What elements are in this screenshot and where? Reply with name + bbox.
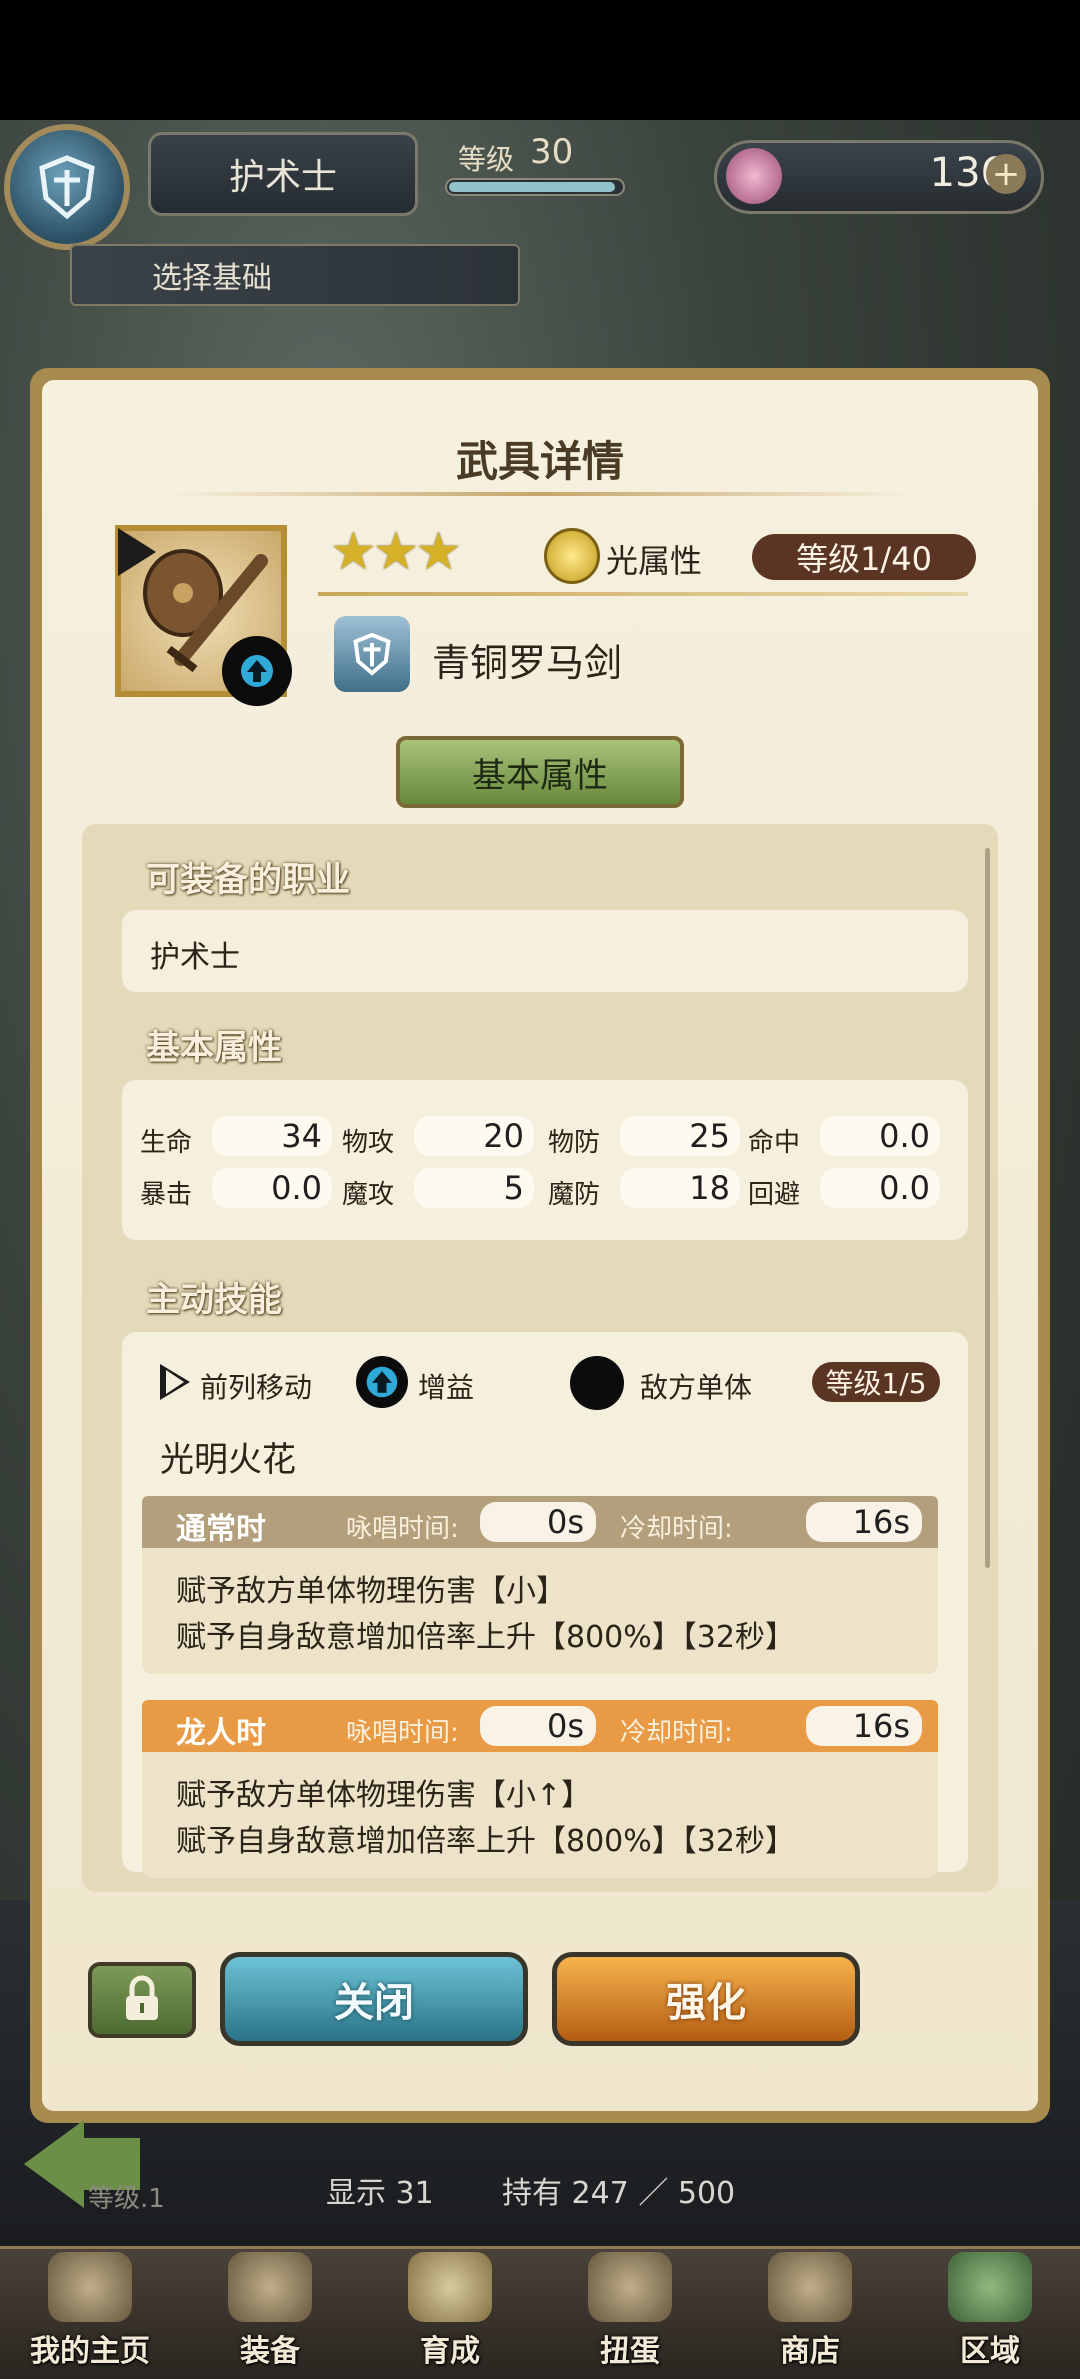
mode-title: 通常时 — [176, 1512, 266, 1547]
level-value: 30 — [530, 132, 574, 172]
stat-value: 5 — [414, 1168, 534, 1208]
skill-tag: 敌方单体 — [640, 1371, 753, 1404]
skill-effect-line: 赋予自身敌意增加倍率上升【800%】【32秒】 — [176, 1824, 795, 1859]
nav-item-gacha[interactable]: 扭蛋 — [540, 2246, 720, 2376]
jobs-heading: 可装备的职业 — [146, 860, 350, 900]
stats-box — [122, 1080, 968, 1240]
class-name: 护术士 — [148, 132, 418, 216]
cooldown-label: 冷却时间: — [620, 1514, 733, 1544]
lock-button[interactable] — [88, 1962, 196, 2038]
light-attribute-icon — [544, 528, 600, 584]
weapon-name: 青铜罗马剑 — [432, 641, 623, 685]
skill-tag: 增益 — [418, 1371, 475, 1404]
stat-value: 0.0 — [820, 1168, 940, 1208]
close-button[interactable]: 关闭 — [220, 1952, 528, 2046]
skill-tag: 前列移动 — [200, 1371, 313, 1404]
helmet-icon — [228, 2252, 312, 2322]
level-progress-fill — [449, 182, 615, 192]
nav-label: 育成 — [420, 2334, 480, 2369]
class-shield-icon — [334, 616, 410, 692]
nav-item-shop[interactable]: 商店 — [720, 2246, 900, 2376]
skill-effect-line: 赋予敌方单体物理伤害【小】 — [176, 1574, 566, 1609]
skill-name: 光明火花 — [160, 1440, 296, 1480]
lock-icon — [120, 1974, 164, 2026]
single-enemy-icon — [570, 1356, 624, 1410]
class-emblem-icon[interactable] — [4, 124, 130, 250]
add-gem-icon[interactable]: + — [986, 154, 1026, 194]
cast-time-label: 咏唱时间: — [346, 1718, 459, 1748]
move-front-icon-inner — [166, 1370, 184, 1394]
nav-label: 扭蛋 — [600, 2334, 660, 2369]
scrollbar[interactable] — [985, 848, 990, 1568]
stat-value: 20 — [414, 1116, 534, 1156]
skill-level-badge: 等级1/5 — [812, 1362, 940, 1402]
level-label: 等级 — [458, 143, 515, 176]
nav-item-training[interactable]: 育成 — [360, 2246, 540, 2376]
owned-count: 持有 247 ／ 500 — [502, 2176, 736, 2211]
nav-label: 我的主页 — [30, 2334, 150, 2369]
stat-value: 34 — [212, 1116, 332, 1156]
jobs-box — [122, 910, 968, 992]
nav-label: 商店 — [780, 2334, 840, 2369]
bag-icon — [768, 2252, 852, 2322]
tab-basic-attributes[interactable]: 基本属性 — [396, 736, 684, 808]
title-divider — [170, 492, 910, 496]
skill-heading: 主动技能 — [146, 1280, 282, 1320]
stat-label: 物防 — [548, 1128, 601, 1158]
stat-label: 物攻 — [342, 1128, 395, 1158]
cooldown-value: 16s — [806, 1502, 922, 1542]
cast-time-label: 咏唱时间: — [346, 1514, 459, 1544]
select-base-label[interactable]: 选择基础 — [70, 244, 520, 306]
cast-time-value: 0s — [480, 1706, 596, 1746]
nav-item-equipment[interactable]: 装备 — [180, 2246, 360, 2376]
attribute-label: 光属性 — [606, 542, 703, 580]
rarity-stars: ★★★ — [330, 522, 462, 582]
back-arrow-icon[interactable] — [24, 2120, 84, 2208]
gacha-icon — [588, 2252, 672, 2322]
stat-value: 0.0 — [820, 1116, 940, 1156]
stat-value: 18 — [620, 1168, 740, 1208]
cast-time-value: 0s — [480, 1502, 596, 1542]
panel-title: 武具详情 — [455, 437, 624, 486]
mode-title: 龙人时 — [176, 1716, 266, 1751]
weapon-level-badge: 等级1/40 — [752, 534, 976, 580]
shown-count: 显示 31 — [326, 2176, 434, 2211]
crossed-swords-icon — [408, 2252, 492, 2322]
buff-up-icon — [222, 636, 292, 706]
list-item-level: 等级.1 — [88, 2184, 165, 2214]
cooldown-value: 16s — [806, 1706, 922, 1746]
stat-label: 生命 — [140, 1128, 193, 1158]
buff-icon — [356, 1356, 408, 1408]
stat-label: 魔攻 — [342, 1180, 395, 1210]
enhance-button[interactable]: 强化 — [552, 1952, 860, 2046]
skill-effect-line: 赋予自身敌意增加倍率上升【800%】【32秒】 — [176, 1620, 795, 1655]
nav-label: 装备 — [240, 2334, 300, 2369]
stat-value: 25 — [620, 1116, 740, 1156]
globe-icon — [948, 2252, 1032, 2322]
nav-label: 区域 — [960, 2334, 1020, 2369]
stat-value: 0.0 — [212, 1168, 332, 1208]
nav-item-home[interactable]: 我的主页 — [0, 2246, 180, 2376]
stat-label: 暴击 — [140, 1180, 193, 1210]
gem-count: 136 — [929, 150, 1006, 196]
gem-icon — [726, 148, 782, 204]
cooldown-label: 冷却时间: — [620, 1718, 733, 1748]
skill-effect-line: 赋予敌方单体物理伤害【小↑】 — [176, 1778, 592, 1813]
nav-item-region[interactable]: 区域 — [900, 2246, 1080, 2376]
play-icon — [118, 528, 156, 576]
info-divider — [318, 592, 968, 596]
stat-label: 回避 — [748, 1180, 801, 1210]
scroll-icon — [48, 2252, 132, 2322]
jobs-value: 护术士 — [150, 940, 240, 975]
stats-heading: 基本属性 — [146, 1028, 282, 1068]
stat-label: 命中 — [748, 1128, 801, 1158]
stat-label: 魔防 — [548, 1180, 601, 1210]
